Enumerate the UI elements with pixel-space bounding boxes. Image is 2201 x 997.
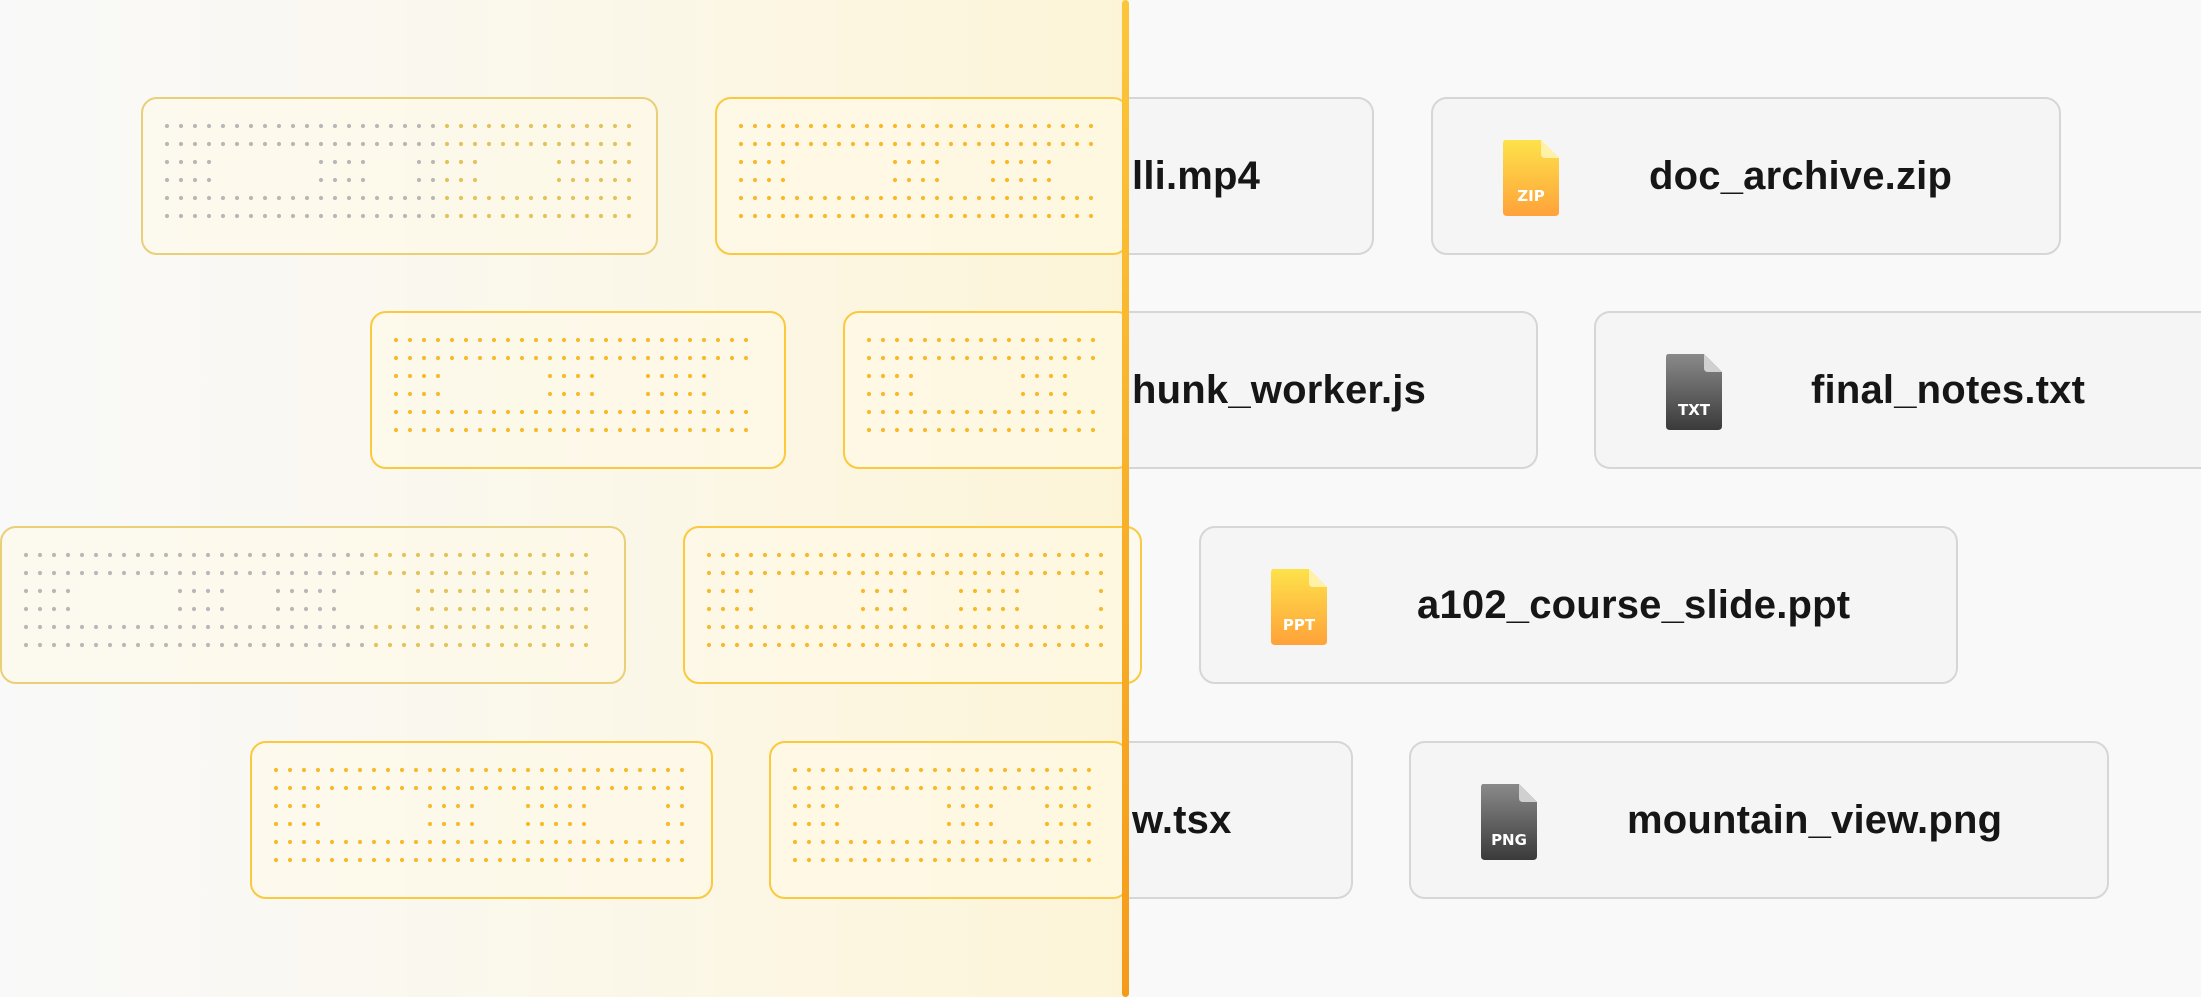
dot-pattern [273,767,685,863]
encrypted-card [715,97,1129,255]
file-card: w.tsx [1126,741,1353,899]
scan-visualization: lli.mp4 ZIP doc_archive.zip hunk_worker.… [0,0,2201,997]
file-card: lli.mp4 [1126,97,1374,255]
file-type-badge: PNG [1491,831,1527,849]
encrypted-card [683,526,1142,684]
dot-pattern [738,123,1094,219]
file-name: a102_course_slide.ppt [1417,583,1851,627]
dot-pattern [164,123,632,219]
dot-pattern [23,552,589,648]
file-name: w.tsx [1132,798,1232,842]
ppt-file-icon: PPT [1271,569,1327,645]
file-card: TXT final_notes.txt [1594,311,2201,469]
file-type-badge: ZIP [1517,187,1544,205]
txt-file-icon: TXT [1666,354,1722,430]
file-card: PPT a102_course_slide.ppt [1199,526,1958,684]
encrypted-card [0,526,626,684]
encrypted-card [141,97,658,255]
encrypted-card [843,311,1133,469]
file-card: PNG mountain_view.png [1409,741,2109,899]
dot-pattern [706,552,1104,648]
encrypted-card [370,311,786,469]
file-type-badge: PPT [1283,616,1316,634]
file-name: doc_archive.zip [1649,154,1953,198]
file-name: final_notes.txt [1811,368,2086,412]
png-file-icon: PNG [1481,784,1537,860]
file-type-badge: TXT [1678,401,1711,419]
file-name: hunk_worker.js [1132,368,1427,412]
dot-pattern [866,337,1096,433]
zip-file-icon: ZIP [1503,140,1559,216]
encrypted-card [769,741,1129,899]
scan-line [1122,0,1129,997]
file-name: mountain_view.png [1627,798,2003,842]
encrypted-card [250,741,713,899]
file-name: lli.mp4 [1132,154,1261,198]
file-card: hunk_worker.js [1126,311,1538,469]
dot-pattern [393,337,749,433]
file-card: ZIP doc_archive.zip [1431,97,2061,255]
dot-pattern [792,767,1092,863]
